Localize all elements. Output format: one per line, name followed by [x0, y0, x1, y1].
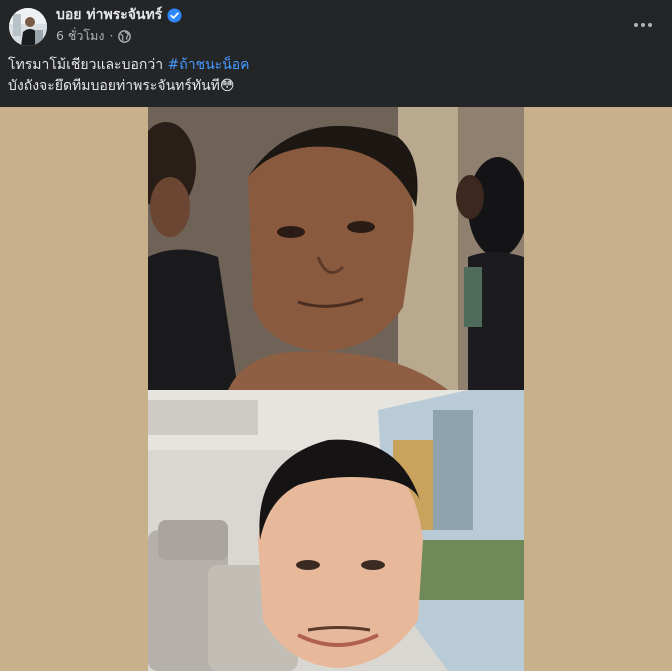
post-meta: 6 ชั่วโมง · [56, 28, 132, 44]
globe-icon[interactable] [118, 29, 132, 43]
meta-separator: · [109, 28, 114, 43]
post-header: บอย ท่าพระจันทร์ 6 ชั่วโมง · [0, 0, 672, 52]
more-horizontal-icon [634, 23, 652, 27]
hashtag-link[interactable]: #ถ้าชนะน็อค [168, 57, 250, 73]
author-avatar[interactable] [9, 8, 47, 46]
caption-line-2: บังถังจะยึดทีมบอยท่าพระจันทร์ทันที😳 [8, 78, 235, 94]
video-call-image-top [148, 107, 524, 390]
caption-text-1: โทรมาโม้เชียวและบอกว่า [8, 57, 168, 73]
more-options-button[interactable] [628, 10, 658, 40]
post-caption: โทรมาโม้เชียวและบอกว่า #ถ้าชนะน็อค บังถั… [8, 55, 658, 97]
verified-badge-icon [167, 7, 182, 23]
video-call-image-bottom [148, 390, 524, 671]
post-time[interactable]: 6 ชั่วโมง [56, 28, 105, 44]
post-media[interactable] [0, 107, 672, 671]
author-line: บอย ท่าพระจันทร์ [56, 6, 182, 24]
bottom-video-frame [148, 390, 524, 671]
avatar-image [9, 8, 47, 46]
top-video-frame [148, 107, 524, 390]
caption-line-1: โทรมาโม้เชียวและบอกว่า #ถ้าชนะน็อค [8, 55, 658, 76]
author-name[interactable]: บอย ท่าพระจันทร์ [56, 6, 162, 24]
facebook-post: บอย ท่าพระจันทร์ 6 ชั่วโมง · โทรมาโม้เชี… [0, 0, 672, 671]
